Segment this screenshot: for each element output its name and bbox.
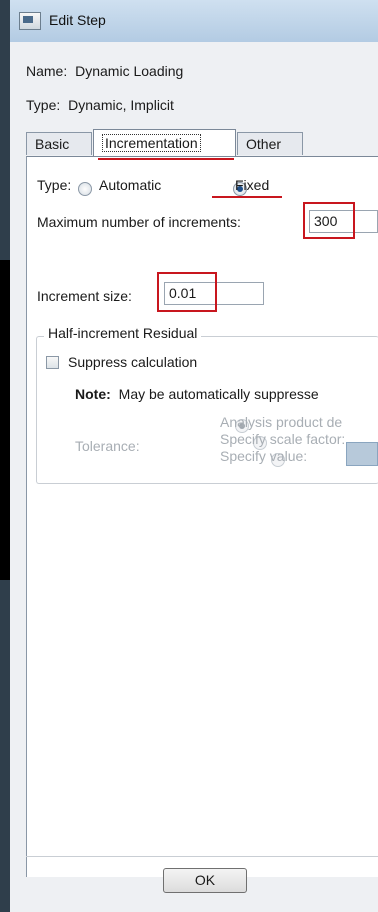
automatic-label[interactable]: Automatic bbox=[99, 177, 161, 193]
name-label: Name: bbox=[26, 63, 68, 79]
tab-other-label: Other bbox=[246, 136, 282, 152]
analysis-default-label[interactable]: Analysis product de bbox=[220, 414, 342, 430]
note-label: Note: bbox=[75, 386, 111, 402]
window-title: Edit Step bbox=[49, 12, 106, 28]
tolerance-label: Tolerance: bbox=[75, 438, 140, 454]
left-window-edge bbox=[0, 0, 10, 912]
note-row: Note: May be automatically suppresse bbox=[75, 386, 319, 402]
ok-button[interactable]: OK bbox=[163, 868, 247, 893]
note-text: May be automatically suppresse bbox=[118, 386, 319, 402]
max-increments-label: Maximum number of increments: bbox=[37, 214, 241, 230]
suppress-checkbox[interactable] bbox=[46, 356, 59, 369]
panel-bottom-border bbox=[26, 856, 378, 857]
specify-value-field[interactable] bbox=[346, 442, 378, 466]
tab-panel bbox=[26, 156, 378, 877]
tab-incrementation[interactable]: Incrementation bbox=[93, 129, 236, 156]
fixed-label[interactable]: Fixed bbox=[235, 177, 269, 193]
suppress-label[interactable]: Suppress calculation bbox=[68, 354, 197, 370]
incrementation-underline bbox=[98, 158, 234, 160]
type-value: Dynamic, Implicit bbox=[68, 97, 174, 113]
specify-value-label[interactable]: Specify value: bbox=[220, 448, 307, 464]
automatic-radio[interactable] bbox=[78, 181, 92, 196]
fixed-underline bbox=[212, 196, 282, 198]
tab-incrementation-label: Incrementation bbox=[102, 134, 201, 152]
scale-factor-label[interactable]: Specify scale factor: bbox=[220, 431, 345, 447]
incrementation-type-row: Type: bbox=[37, 177, 71, 193]
increment-size-highlight bbox=[157, 272, 217, 312]
tab-basic-label: Basic bbox=[35, 136, 70, 152]
name-value: Dynamic Loading bbox=[75, 63, 184, 79]
half-increment-title: Half-increment Residual bbox=[44, 325, 202, 341]
step-name-row: Name: Dynamic Loading bbox=[26, 63, 183, 79]
max-increments-highlight bbox=[303, 202, 355, 239]
type-label: Type: bbox=[26, 97, 61, 113]
tab-other[interactable]: Other bbox=[237, 132, 303, 155]
step-type-row: Type: Dynamic, Implicit bbox=[26, 97, 174, 113]
increment-size-label: Increment size: bbox=[37, 288, 132, 304]
incrementation-type-label: Type: bbox=[37, 177, 72, 193]
tab-basic[interactable]: Basic bbox=[26, 132, 92, 155]
window-icon bbox=[19, 12, 41, 30]
